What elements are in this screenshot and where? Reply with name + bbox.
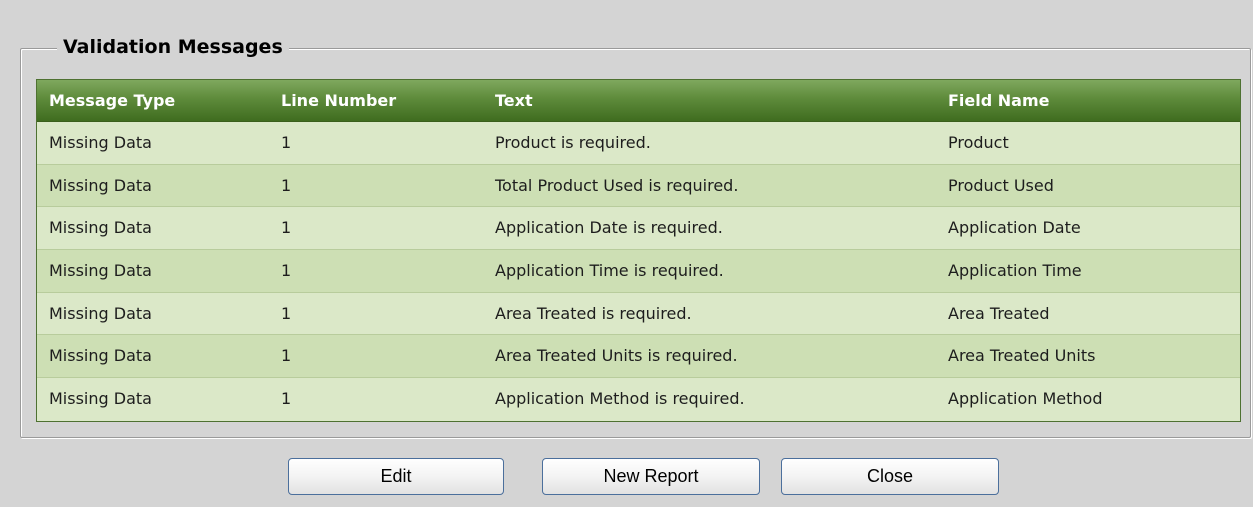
- cell-text: Area Treated Units is required.: [495, 346, 738, 366]
- cell-field-name: Application Method: [948, 389, 1103, 409]
- validation-messages-table: Message Type Line Number Text Field Name…: [36, 79, 1241, 422]
- cell-field-name: Application Date: [948, 218, 1081, 238]
- table-header: Message Type Line Number Text Field Name: [37, 80, 1240, 122]
- table-row[interactable]: Missing Data 1 Total Product Used is req…: [37, 164, 1240, 208]
- cell-message-type: Missing Data: [49, 389, 152, 409]
- cell-field-name: Area Treated: [948, 303, 1050, 323]
- table-row[interactable]: Missing Data 1 Area Treated is required.…: [37, 292, 1240, 336]
- cell-field-name: Application Time: [948, 261, 1082, 281]
- cell-message-type: Missing Data: [49, 346, 152, 366]
- panel-title: Validation Messages: [57, 33, 289, 61]
- cell-message-type: Missing Data: [49, 175, 152, 195]
- cell-text: Product is required.: [495, 133, 651, 152]
- cell-text: Application Date is required.: [495, 218, 723, 238]
- cell-message-type: Missing Data: [49, 261, 152, 281]
- cell-field-name: Product Used: [948, 175, 1054, 195]
- cell-line-number: 1: [281, 261, 292, 281]
- table-row[interactable]: Missing Data 1 Application Method is req…: [37, 378, 1240, 421]
- cell-line-number: 1: [281, 389, 292, 409]
- column-header-line-number[interactable]: Line Number: [281, 80, 396, 121]
- cell-message-type: Missing Data: [49, 303, 152, 323]
- cell-line-number: 1: [281, 218, 292, 238]
- column-header-message-type[interactable]: Message Type: [49, 80, 175, 121]
- table-row[interactable]: Missing Data 1 Application Date is requi…: [37, 207, 1240, 251]
- table-row[interactable]: Missing Data 1 Product is required. Prod…: [37, 122, 1240, 165]
- cell-line-number: 1: [281, 346, 292, 366]
- cell-text: Area Treated is required.: [495, 303, 692, 323]
- cell-line-number: 1: [281, 175, 292, 195]
- new-report-button[interactable]: New Report: [542, 458, 760, 495]
- cell-line-number: 1: [281, 303, 292, 323]
- edit-button[interactable]: Edit: [288, 458, 504, 495]
- cell-message-type: Missing Data: [49, 218, 152, 238]
- column-header-field-name[interactable]: Field Name: [948, 80, 1049, 121]
- table-row[interactable]: Missing Data 1 Area Treated Units is req…: [37, 335, 1240, 379]
- column-header-text[interactable]: Text: [495, 80, 533, 121]
- table-row[interactable]: Missing Data 1 Application Time is requi…: [37, 250, 1240, 293]
- cell-text: Total Product Used is required.: [495, 175, 739, 195]
- cell-field-name: Area Treated Units: [948, 346, 1096, 366]
- cell-field-name: Product: [948, 133, 1009, 152]
- cell-text: Application Time is required.: [495, 261, 724, 281]
- cell-message-type: Missing Data: [49, 133, 152, 152]
- close-button[interactable]: Close: [781, 458, 999, 495]
- cell-line-number: 1: [281, 133, 292, 152]
- cell-text: Application Method is required.: [495, 389, 745, 409]
